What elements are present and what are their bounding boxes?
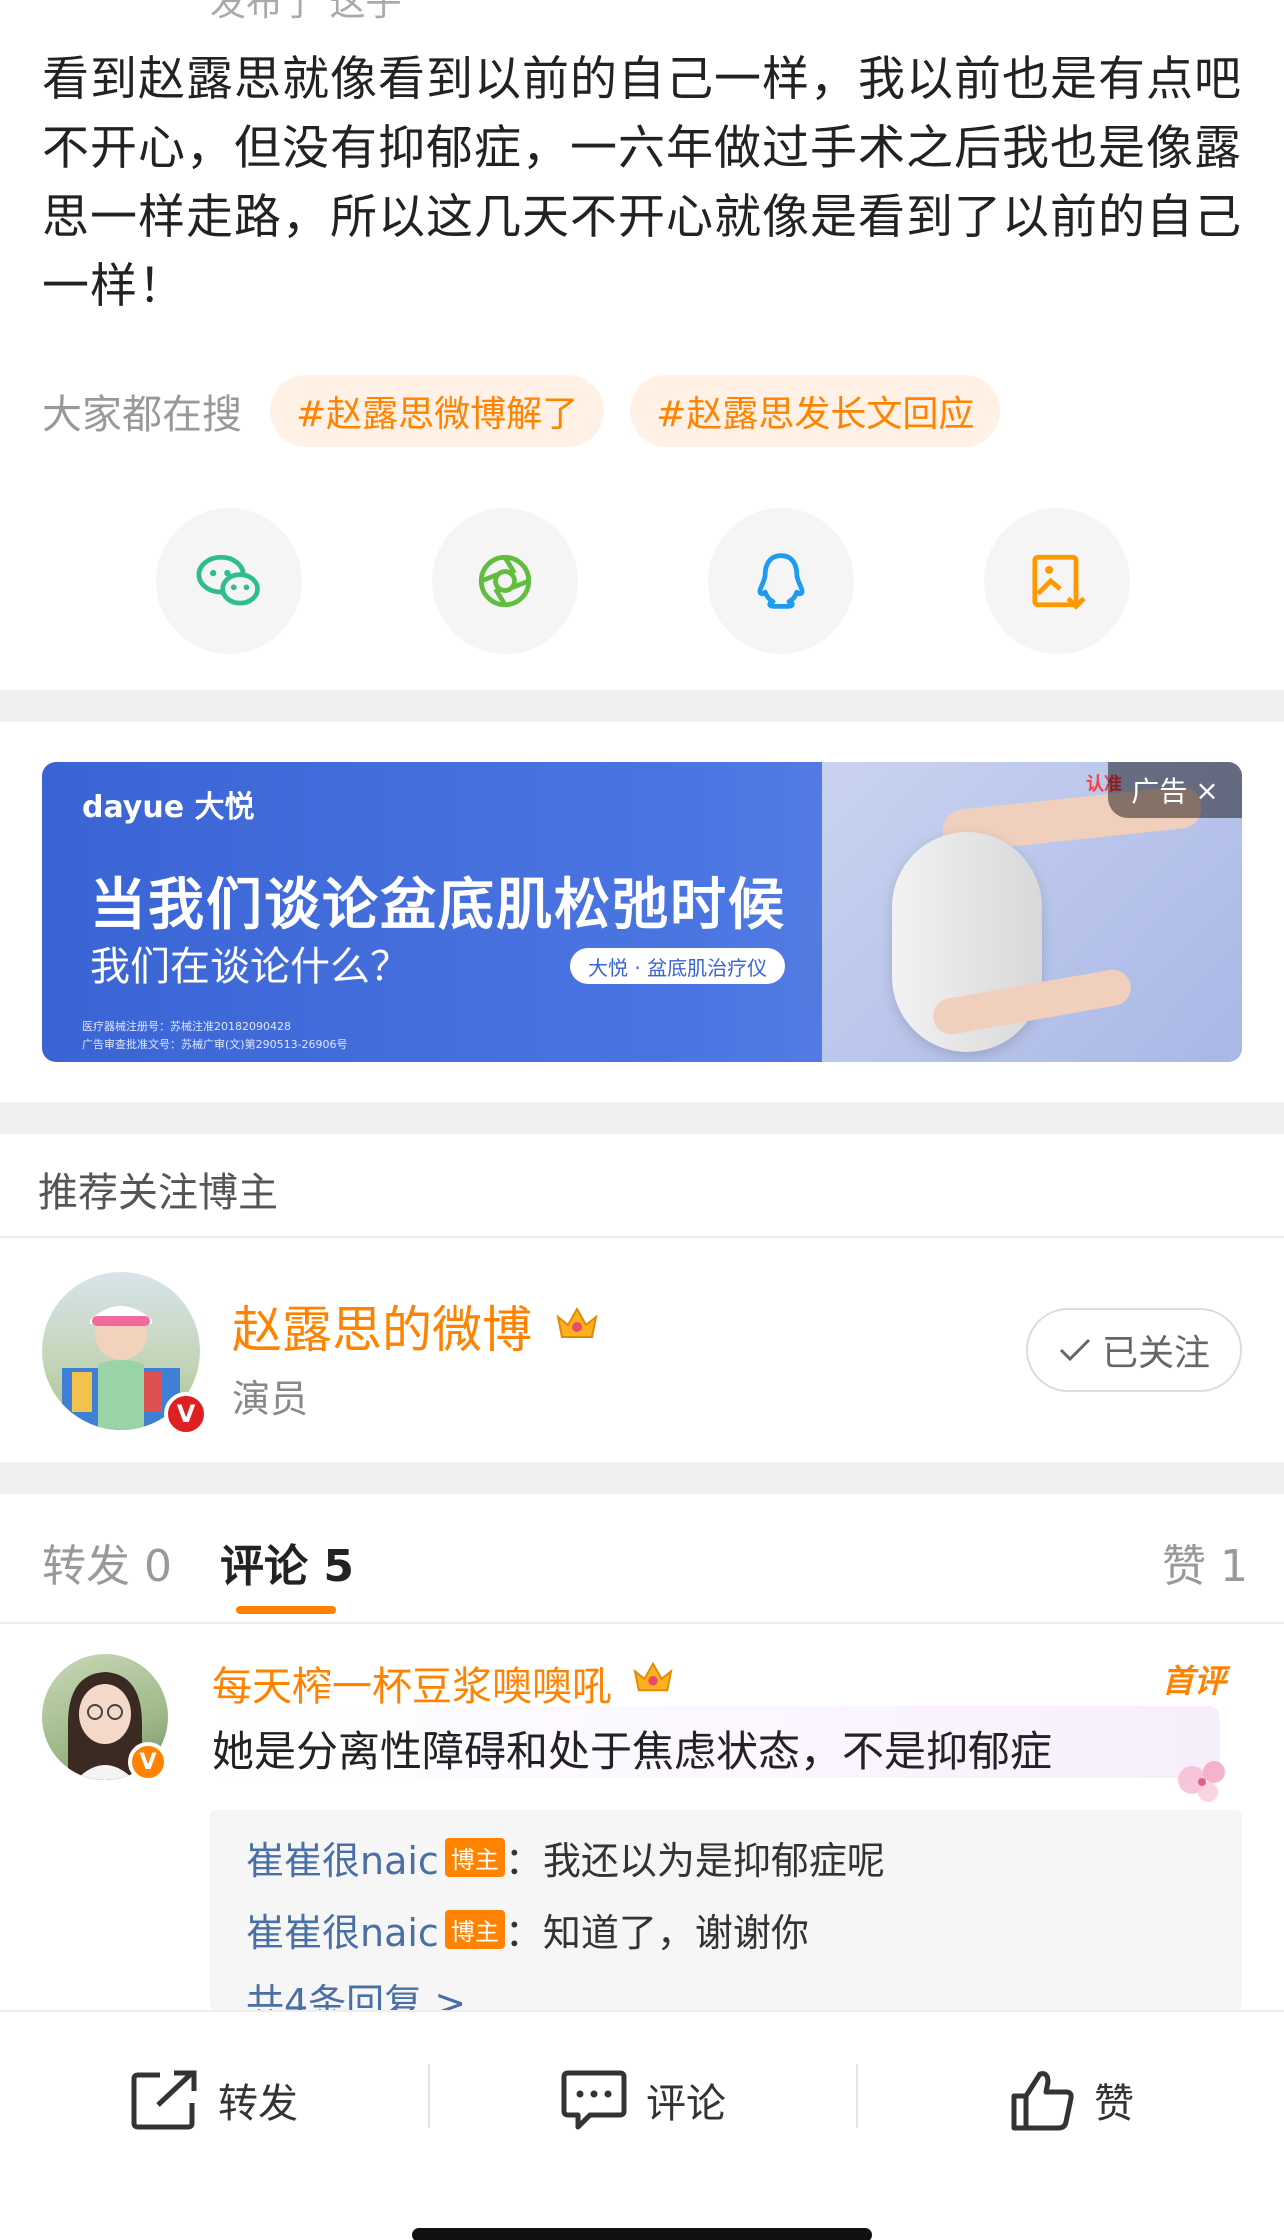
like-button[interactable]: 赞	[1010, 2064, 1134, 2136]
qq-icon	[757, 553, 805, 609]
comment-button[interactable]: 评论	[560, 2064, 726, 2136]
blogger-badge: 博主	[444, 1910, 505, 1949]
share-moments-button[interactable]	[432, 508, 578, 654]
reply-list: 崔崔很naic 博主 ：我还以为是抑郁症呢 崔崔很naic 博主 ：知道了，谢谢…	[210, 1810, 1242, 2010]
hot-search-label: 大家都在搜	[42, 392, 242, 438]
recommended-user-desc: 演员	[232, 1377, 309, 1421]
verified-badge: V	[128, 1742, 168, 1782]
ad-brand-logo: dayue 大悦	[82, 790, 255, 825]
hot-search-tag[interactable]: #赵露思发长文回应	[630, 375, 1001, 447]
post-body-text: 看到赵露思就像看到以前的自己一样，我以前也是有点吧不开心，但没有抑郁症，一六年做…	[42, 52, 1242, 314]
repost-button[interactable]: 转发	[130, 2064, 298, 2136]
ad-subline: 我们在谈论什么？	[90, 944, 410, 990]
tab-like[interactable]: 赞 1	[1162, 1530, 1248, 1594]
save-image-button[interactable]	[984, 508, 1130, 654]
reply-item[interactable]: 崔崔很naic 博主 ：我还以为是抑郁症呢	[246, 1830, 885, 1885]
moments-icon	[478, 554, 532, 608]
tab-repost[interactable]: 转发 0	[42, 1530, 172, 1594]
reply-text: ：知道了，谢谢你	[504, 1911, 809, 1955]
blogger-badge: 博主	[444, 1838, 505, 1877]
reply-item[interactable]: 崔崔很naic 博主 ：知道了，谢谢你	[246, 1902, 809, 1957]
divider-line	[0, 1236, 1284, 1238]
thumbs-up-icon	[1011, 2071, 1074, 2131]
ad-headline: 当我们谈论盆底肌松弛时候	[90, 873, 786, 938]
ad-label-close[interactable]: 广告 ×	[1108, 762, 1242, 818]
hot-search-row: 大家都在搜 #赵露思微博解了 #赵露思发长文回应	[42, 375, 1026, 447]
reply-text: ：我还以为是抑郁症呢	[504, 1839, 885, 1883]
commenter-name[interactable]: 每天榨一杯豆浆噢噢吼	[212, 1654, 675, 1712]
close-icon[interactable]: ×	[1195, 774, 1218, 807]
like-label: 赞	[1094, 2081, 1134, 2127]
crown-icon	[633, 1661, 673, 1692]
share-row	[0, 508, 1284, 654]
separator	[428, 2064, 430, 2128]
ad-fine-print: 医疗器械注册号：苏械注准20182090428	[82, 1020, 291, 1033]
first-comment-badge: 首评	[1162, 1662, 1227, 1700]
reply-user-name[interactable]: 崔崔很naic	[246, 1830, 439, 1885]
share-wechat-button[interactable]	[156, 508, 302, 654]
section-divider	[0, 1462, 1284, 1494]
tab-active-indicator	[236, 1606, 336, 1614]
weibo-post-detail: 发布了 这子 看到赵露思就像看到以前的自己一样，我以前也是有点吧不开心，但没有抑…	[0, 0, 1284, 2240]
more-replies-link[interactable]: 共4条回复 >	[246, 1972, 466, 2010]
reply-user-name[interactable]: 崔崔很naic	[246, 1902, 439, 1957]
comment-text[interactable]: 她是分离性障碍和处于焦虑状态，不是抑郁症	[212, 1718, 1052, 1779]
save-image-icon	[1032, 554, 1086, 610]
recommend-section-title: 推荐关注博主	[38, 1170, 278, 1216]
hot-search-tag[interactable]: #赵露思微博解了	[270, 375, 605, 447]
divider-line	[0, 1622, 1284, 1624]
repost-label: 转发	[218, 2081, 298, 2127]
separator	[856, 2064, 858, 2128]
section-divider	[0, 690, 1284, 722]
comment-label: 评论	[646, 2081, 726, 2127]
ad-label: 广告	[1131, 775, 1188, 808]
followed-button[interactable]: 已关注	[1026, 1308, 1242, 1392]
bottom-action-bar: 转发 评论 赞	[0, 2010, 1284, 2240]
recommended-user-name-text: 赵露思的微博	[232, 1301, 532, 1359]
share-qq-button[interactable]	[708, 508, 854, 654]
followed-label: 已关注	[1101, 1333, 1210, 1374]
verified-badge: V	[164, 1392, 208, 1436]
home-indicator[interactable]	[412, 2228, 872, 2240]
flower-decoration-icon	[1178, 1761, 1225, 1802]
ad-fine-print: 广告审查批准文号：苏械广审(文)第290513-26906号	[82, 1038, 348, 1051]
repost-icon	[131, 2070, 197, 2130]
section-divider	[0, 1102, 1284, 1134]
check-icon	[1059, 1338, 1091, 1362]
wechat-icon	[196, 554, 260, 606]
tab-comment[interactable]: 评论 5	[220, 1530, 354, 1594]
ad-product-pill: 大悦 · 盆底肌治疗仪	[570, 948, 786, 984]
post-meta-cutoff: 发布了 这子	[210, 0, 402, 24]
comment-icon	[561, 2070, 627, 2130]
commenter-name-text: 每天榨一杯豆浆噢噢吼	[212, 1664, 612, 1710]
crown-icon	[556, 1306, 598, 1338]
recommended-user-name[interactable]: 赵露思的微博	[232, 1290, 600, 1362]
ad-banner[interactable]: dayue 大悦 当我们谈论盆底肌松弛时候 我们在谈论什么？ 大悦 · 盆底肌治…	[42, 762, 1242, 1062]
